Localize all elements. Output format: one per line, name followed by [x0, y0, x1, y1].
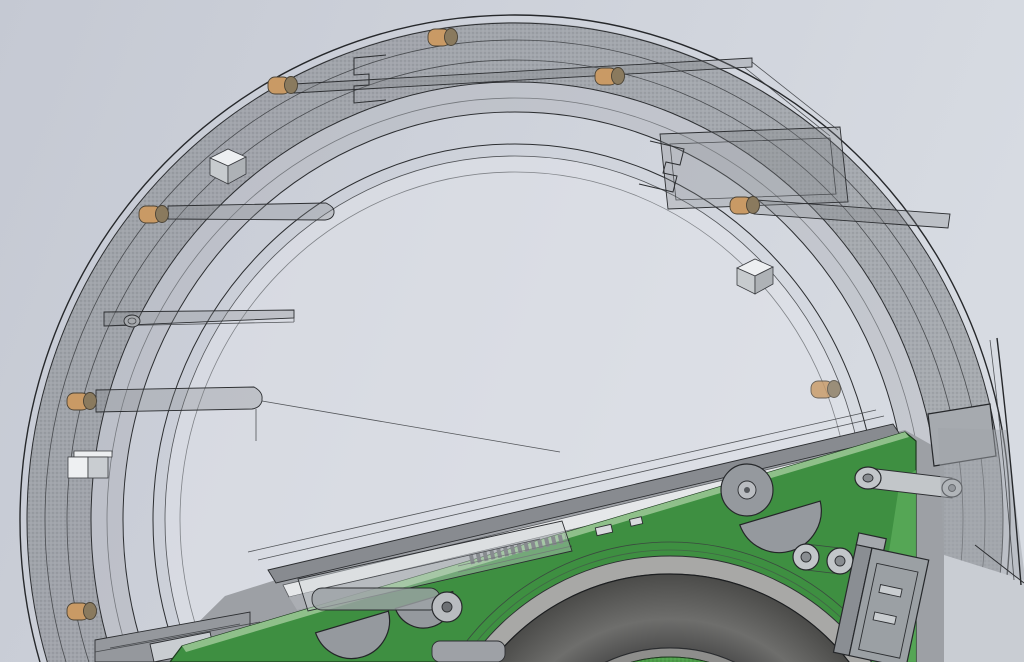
- standoff-eye-hole: [835, 556, 845, 566]
- brass-insert: [595, 68, 625, 86]
- model-render: [0, 0, 1024, 662]
- side-block: [68, 451, 112, 478]
- bottom-bracket: [432, 641, 505, 662]
- brass-insert: [139, 206, 169, 224]
- standoff-eye-hole: [801, 552, 811, 562]
- shelf-left-washer: [124, 315, 140, 327]
- brass-insert: [67, 603, 97, 621]
- cad-viewport[interactable]: [0, 0, 1024, 662]
- brass-insert: [811, 381, 841, 399]
- pcb-mount-screw-hole: [744, 487, 750, 493]
- brass-insert: [730, 197, 760, 215]
- screw-head-hole: [442, 602, 452, 612]
- brass-insert: [268, 77, 298, 95]
- brass-insert: [428, 29, 458, 47]
- rod-left-upper: [168, 203, 334, 220]
- roller-pin: [312, 588, 440, 610]
- rod-left-lower: [96, 387, 262, 412]
- long-standoff-hole-left: [863, 474, 873, 482]
- brass-insert: [67, 393, 97, 411]
